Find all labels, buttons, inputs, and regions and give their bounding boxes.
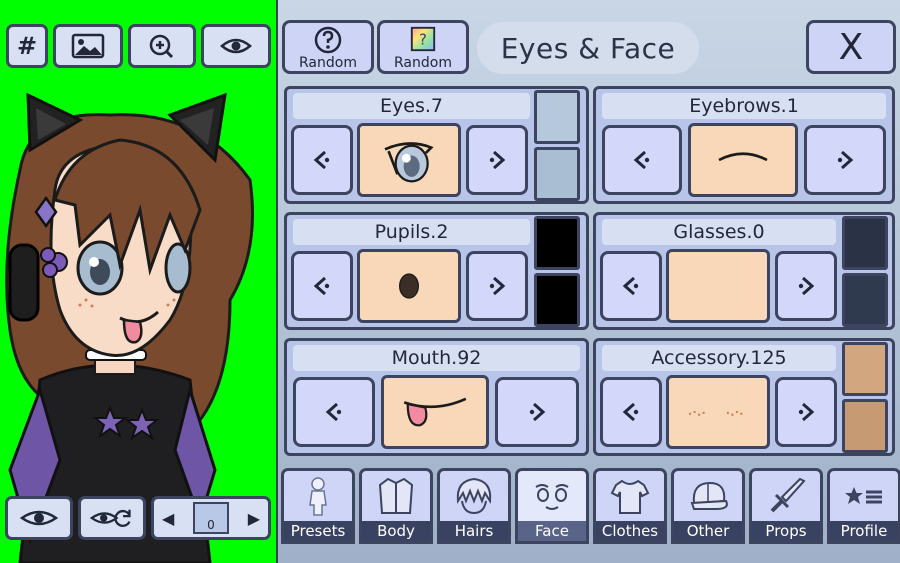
eye-icon <box>19 510 59 526</box>
character-preview: # ◀ 0 ▶ <box>0 0 276 563</box>
chevron-left-icon <box>313 150 330 170</box>
tab-label: Other <box>674 521 742 541</box>
random-label: Random <box>299 55 357 71</box>
question-circle-icon <box>314 26 342 54</box>
glasses-color-swatch-2[interactable] <box>842 273 888 327</box>
pose-selector[interactable]: ◀ 0 ▶ <box>151 496 271 540</box>
tab-label: Hairs <box>440 521 508 541</box>
glasses-color-swatch-1[interactable] <box>842 216 888 270</box>
tab-face[interactable]: Face <box>515 468 589 544</box>
eye-refresh-icon <box>89 509 131 527</box>
accessory-color-swatch-2[interactable] <box>842 399 888 453</box>
accessory-preview[interactable] <box>666 375 770 449</box>
chevron-left-icon <box>622 276 639 296</box>
freckles-preview <box>688 410 743 416</box>
tab-label: Clothes <box>596 521 664 541</box>
tab-props[interactable]: Props <box>749 468 823 544</box>
tab-profile[interactable]: Profile <box>827 468 900 544</box>
character-illustration <box>5 92 254 563</box>
chevron-left-icon <box>622 402 639 422</box>
pupils-preview[interactable] <box>357 249 461 323</box>
chevron-left-icon <box>633 150 650 170</box>
eyebrows-next-button[interactable] <box>804 125 886 195</box>
accessory-prev-button[interactable] <box>600 377 662 447</box>
rainbow-question-icon: ? <box>410 26 436 52</box>
pupils-prev-button[interactable] <box>291 251 353 321</box>
eyebrows-label: Eyebrows.1 <box>602 93 886 119</box>
random-label: Random <box>394 55 452 71</box>
chevron-right-icon <box>798 402 815 422</box>
mouth-card: Mouth.92 <box>284 338 589 456</box>
toggle-eye-button[interactable] <box>5 496 73 540</box>
eyes-label: Eyes.7 <box>293 93 530 119</box>
pupils-next-button[interactable] <box>466 251 528 321</box>
tab-label: Presets <box>284 521 352 541</box>
chevron-right-icon <box>529 402 546 422</box>
accessory-next-button[interactable] <box>775 377 837 447</box>
reset-eye-button[interactable] <box>78 496 146 540</box>
page-title: Eyes & Face <box>477 22 699 74</box>
svg-text:?: ? <box>419 31 427 49</box>
eyes-preview[interactable] <box>357 123 461 197</box>
glasses-label: Glasses.0 <box>602 219 836 245</box>
tshirt-icon <box>610 479 650 514</box>
accessory-label: Accessory.125 <box>602 345 836 371</box>
chevron-left-icon <box>313 276 330 296</box>
tab-label: Props <box>752 521 820 541</box>
chevron-left-icon[interactable]: ◀ <box>162 509 174 528</box>
tab-body[interactable]: Body <box>359 468 433 544</box>
chevron-right-icon <box>837 150 854 170</box>
person-outline-icon <box>309 477 327 516</box>
pose-counter: 0 <box>207 518 215 532</box>
pupils-color-swatch-1[interactable] <box>534 216 580 270</box>
jacket-icon <box>378 477 414 514</box>
random-question-button[interactable]: Random <box>282 20 374 74</box>
cap-icon <box>690 481 728 510</box>
eyebrows-card: Eyebrows.1 <box>593 86 895 204</box>
tab-label: Profile <box>830 521 898 541</box>
tab-label: Body <box>362 521 430 541</box>
eyes-color-swatch-1[interactable] <box>534 90 580 144</box>
eyebrows-prev-button[interactable] <box>602 125 682 195</box>
eyes-color-swatch-2[interactable] <box>534 147 580 201</box>
mouth-preview[interactable] <box>381 375 489 449</box>
close-button[interactable]: X <box>806 20 896 74</box>
mouth-style-preview <box>403 397 467 427</box>
mouth-prev-button[interactable] <box>293 377 375 447</box>
tab-other[interactable]: Other <box>671 468 745 544</box>
tab-hairs[interactable]: Hairs <box>437 468 511 544</box>
chevron-right-icon <box>489 150 506 170</box>
pupils-color-swatch-2[interactable] <box>534 273 580 327</box>
sword-icon <box>770 477 806 513</box>
glasses-prev-button[interactable] <box>600 251 662 321</box>
tab-label: Face <box>518 521 586 541</box>
chevron-right-icon <box>489 276 506 296</box>
eyes-prev-button[interactable] <box>291 125 353 195</box>
accessory-color-swatch-1[interactable] <box>842 342 888 396</box>
mouth-label: Mouth.92 <box>293 345 580 371</box>
eyebrows-preview[interactable] <box>688 123 798 197</box>
eyes-next-button[interactable] <box>466 125 528 195</box>
random-color-button[interactable]: ? Random <box>377 20 469 74</box>
close-icon: X <box>838 26 864 68</box>
glasses-next-button[interactable] <box>775 251 837 321</box>
eye-style-preview <box>384 142 434 183</box>
chevron-right-icon <box>798 276 815 296</box>
pose-thumbnail: 0 <box>193 502 229 534</box>
chevron-left-icon <box>325 402 342 422</box>
face-icon <box>535 484 569 510</box>
glasses-preview[interactable] <box>666 249 770 323</box>
tab-clothes[interactable]: Clothes <box>593 468 667 544</box>
pupil-style-preview <box>399 273 419 299</box>
editor-panel: Random ? Random Eyes & Face X Eyes.7 Eye… <box>276 0 900 563</box>
hair-icon <box>456 477 492 515</box>
mouth-next-button[interactable] <box>495 377 579 447</box>
star-list-icon <box>845 487 882 504</box>
chevron-right-icon[interactable]: ▶ <box>248 509 260 528</box>
eyebrow-style-preview <box>718 152 768 162</box>
tab-presets[interactable]: Presets <box>281 468 355 544</box>
pupils-label: Pupils.2 <box>293 219 530 245</box>
